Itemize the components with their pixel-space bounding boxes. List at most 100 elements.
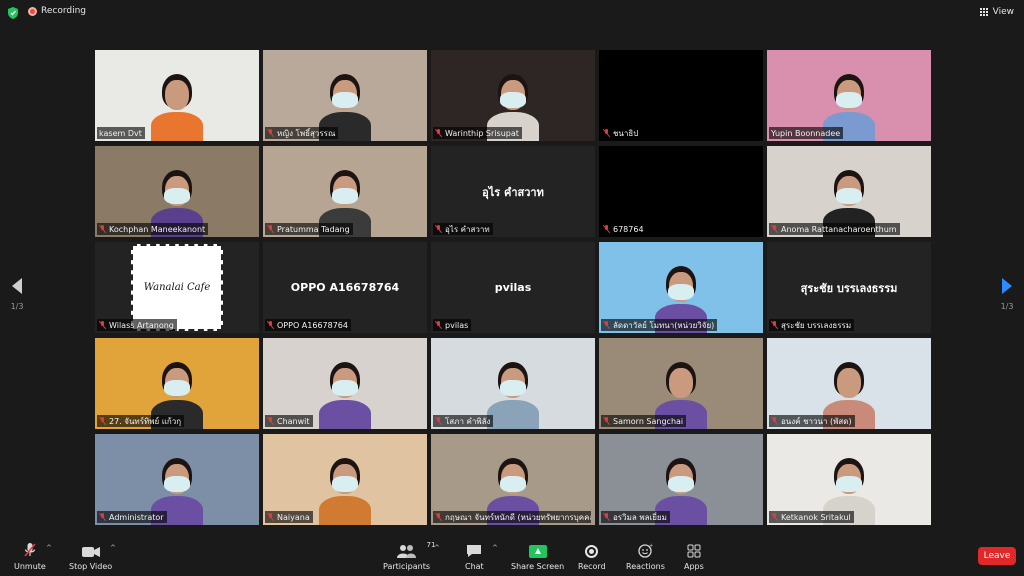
participant-name: Wilass Artanong [109, 320, 174, 330]
participant-tile[interactable]: โสภา คำพิลัง [431, 338, 595, 429]
recording-label: Recording [41, 6, 87, 16]
participant-name: OPPO A16678764 [277, 320, 348, 330]
leave-button[interactable]: Leave [978, 547, 1016, 565]
view-button[interactable]: View [980, 7, 1014, 17]
muted-microphone-icon [267, 513, 274, 521]
participant-nameplate: ชนาธิป [601, 127, 642, 139]
participant-nameplate: Chanwit [265, 415, 313, 427]
next-page-button[interactable]: 1/3 [997, 278, 1017, 311]
chat-button[interactable]: Chat [465, 540, 484, 571]
participant-name: อรวิมล พลเยี่ยม [613, 512, 667, 522]
participant-tile[interactable]: อรวิมล พลเยี่ยม [599, 434, 763, 525]
muted-microphone-icon [267, 225, 274, 233]
apps-button[interactable]: Apps [684, 540, 704, 571]
page-indicator-right: 1/3 [1000, 302, 1014, 311]
participant-nameplate: 678764 [601, 223, 647, 235]
muted-microphone-icon [99, 321, 106, 329]
participant-name: 678764 [613, 224, 644, 234]
participant-nameplate: Naiyana [265, 511, 313, 523]
participant-nameplate: Wilass Artanong [97, 319, 177, 331]
audio-options-caret-icon[interactable]: ^ [46, 544, 52, 552]
participant-tile[interactable]: 27. จันทร์ทิพย์ แก้วกุ [95, 338, 259, 429]
muted-microphone-icon [603, 129, 610, 137]
muted-microphone-icon [435, 321, 442, 329]
participant-tile[interactable]: Yupin Boonnadee [767, 50, 931, 141]
participant-name: Warinthip Srisupat [445, 128, 519, 138]
participant-nameplate: Warinthip Srisupat [433, 127, 522, 139]
participant-tile[interactable]: อุไร คำสวาท อุไร คำสวาท [431, 146, 595, 237]
participant-name: Naiyana [277, 512, 310, 522]
participant-nameplate: Samorn Sangchai [601, 415, 687, 427]
grid-view-icon [980, 8, 989, 17]
muted-microphone-icon [24, 543, 36, 557]
video-options-caret-icon[interactable]: ^ [110, 544, 116, 552]
meeting-toolbar: Unmute ^ Stop Video ^ 71 Participants ^ [0, 536, 1024, 576]
participant-name: Kochphan Maneekanont [109, 224, 206, 234]
muted-microphone-icon [771, 225, 778, 233]
participant-tile[interactable]: กฤษณา จันทร์หนักดี (หน่วยทรัพยากรบุคคล) [431, 434, 595, 525]
participant-nameplate: Ketkanok Sritakul [769, 511, 854, 523]
reactions-label: Reactions [626, 562, 665, 571]
muted-microphone-icon [603, 321, 610, 329]
unmute-label: Unmute [14, 562, 46, 571]
unmute-button[interactable]: Unmute [14, 540, 46, 571]
stop-video-button[interactable]: Stop Video [69, 540, 112, 571]
participant-name: Administrator [109, 512, 164, 522]
participant-name: อนงค์ ชาวนา (พัสด) [781, 416, 852, 426]
participant-name: หญิง โพธิ์สุวรรณ [277, 128, 336, 138]
participant-tile[interactable]: Wanalai Cafe Wilass Artanong [95, 242, 259, 333]
previous-page-button[interactable]: 1/3 [7, 278, 27, 311]
participant-tile[interactable]: OPPO A16678764 OPPO A16678764 [263, 242, 427, 333]
participant-tile[interactable]: Warinthip Srisupat [431, 50, 595, 141]
record-button[interactable]: Record [578, 540, 606, 571]
participant-tile[interactable]: Kochphan Maneekanont [95, 146, 259, 237]
participant-nameplate: อุไร คำสวาท [433, 223, 493, 235]
record-icon [585, 545, 599, 558]
reactions-button[interactable]: + Reactions [626, 540, 665, 571]
participant-tile[interactable]: Naiyana [263, 434, 427, 525]
participant-tile[interactable]: Administrator [95, 434, 259, 525]
security-shield-icon[interactable] [8, 7, 18, 19]
chat-options-caret-icon[interactable]: ^ [492, 544, 498, 552]
participant-tile[interactable]: Chanwit [263, 338, 427, 429]
participant-tile[interactable]: ลัดดาวัลย์ โมทนา(หน่วยวิจัย) [599, 242, 763, 333]
participants-button[interactable]: 71 Participants [383, 540, 435, 571]
muted-microphone-icon [267, 417, 274, 425]
participant-name: กฤษณา จันทร์หนักดี (หน่วยทรัพยากรบุคคล) [445, 512, 591, 522]
participant-tile[interactable]: pvilas pvilas [431, 242, 595, 333]
participant-nameplate: Anoma Rattanacharoenthum [769, 223, 900, 235]
page-indicator-left: 1/3 [10, 302, 24, 311]
participant-name: Chanwit [277, 416, 310, 426]
participant-name: ชนาธิป [613, 128, 639, 138]
muted-microphone-icon [267, 321, 274, 329]
participant-nameplate: OPPO A16678764 [265, 319, 351, 331]
recording-indicator[interactable]: Recording [28, 6, 86, 16]
participant-tile[interactable]: สุระชัย บรรเลงธรรม สุระชัย บรรเลงธรรม [767, 242, 931, 333]
participant-figure [147, 70, 207, 141]
participant-tile[interactable]: หญิง โพธิ์สุวรรณ [263, 50, 427, 141]
participant-tile[interactable]: Anoma Rattanacharoenthum [767, 146, 931, 237]
muted-microphone-icon [603, 513, 610, 521]
participant-name: ลัดดาวัลย์ โมทนา(หน่วยวิจัย) [613, 320, 715, 330]
muted-microphone-icon [435, 513, 442, 521]
participant-nameplate: อนงค์ ชาวนา (พัสด) [769, 415, 855, 427]
muted-microphone-icon [267, 129, 274, 137]
participant-figure [315, 454, 375, 525]
participant-name: โสภา คำพิลัง [445, 416, 491, 426]
participant-nameplate: Administrator [97, 511, 167, 523]
participant-tile[interactable]: อนงค์ ชาวนา (พัสด) [767, 338, 931, 429]
participants-icon [396, 545, 416, 558]
participant-tile[interactable]: Ketkanok Sritakul [767, 434, 931, 525]
participant-tile[interactable]: ชนาธิป [599, 50, 763, 141]
cafe-logo-image: Wanalai Cafe [131, 244, 223, 331]
participants-options-caret-icon[interactable]: ^ [434, 544, 440, 552]
svg-text:+: + [649, 543, 653, 549]
participant-nameplate: สุระชัย บรรเลงธรรม [769, 319, 855, 331]
participant-tile[interactable]: kasem Dvt [95, 50, 259, 141]
video-camera-icon [81, 547, 100, 557]
apps-grid-icon [687, 544, 701, 558]
participant-tile[interactable]: Pratumma Tadang [263, 146, 427, 237]
share-screen-button[interactable]: Share Screen [511, 540, 564, 571]
participant-tile[interactable]: 678764 [599, 146, 763, 237]
participant-tile[interactable]: Samorn Sangchai [599, 338, 763, 429]
